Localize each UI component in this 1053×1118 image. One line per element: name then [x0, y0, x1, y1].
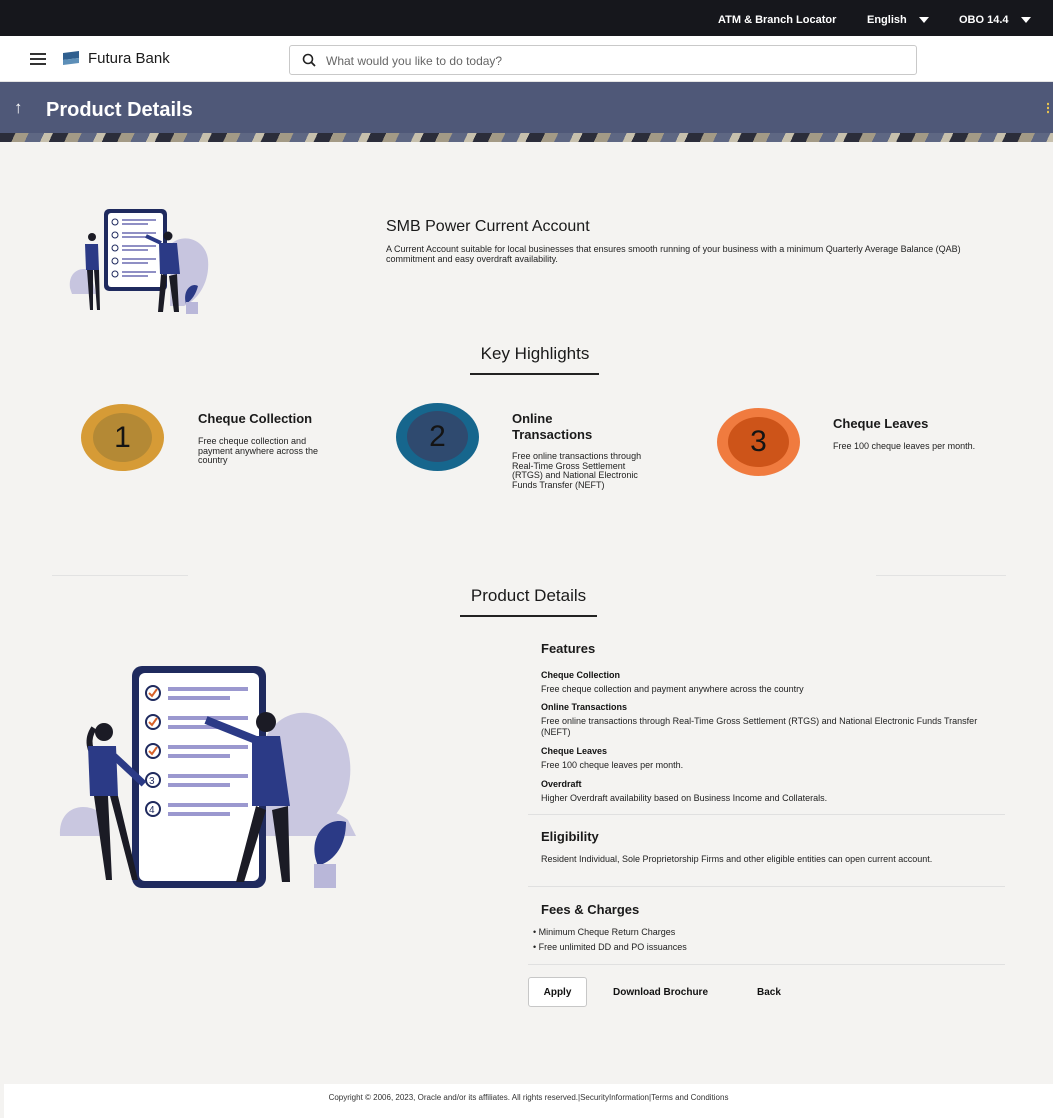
top-utility-bar: ATM & Branch Locator English OBO 14.4: [0, 0, 1053, 36]
more-options-icon[interactable]: [1047, 102, 1049, 114]
product-details-heading: Product Details: [470, 586, 587, 605]
fee-item: • Minimum Cheque Return Charges: [533, 927, 676, 937]
product-details-underline: [460, 615, 597, 617]
features-divider: [528, 814, 1005, 815]
highlight-2-description: Free online transactions through Real-Ti…: [512, 451, 642, 490]
account-name: SMB Power Current Account: [386, 218, 590, 235]
feature-cheque-leaves-text: Free 100 cheque leaves per month.: [541, 760, 684, 770]
eligibility-divider: [528, 886, 1005, 887]
hamburger-menu-icon[interactable]: [30, 53, 46, 65]
svg-text:4: 4: [149, 805, 155, 816]
page-title: Product Details: [46, 99, 193, 121]
highlight-2-number: 2: [407, 411, 468, 462]
brand-name[interactable]: Futura Bank: [88, 50, 170, 67]
highlight-1-title: Cheque Collection: [198, 411, 313, 426]
section-divider-left: [52, 575, 188, 576]
download-brochure-button[interactable]: Download Brochure: [613, 987, 708, 998]
highlight-3-title: Cheque Leaves: [833, 416, 929, 431]
account-description: A Current Account suitable for local bus…: [386, 244, 961, 264]
search-input[interactable]: What would you like to do today?: [326, 54, 502, 68]
highlight-3-description: Free 100 cheque leaves per month.: [833, 441, 976, 451]
key-highlights-underline: [470, 373, 599, 375]
page-footer: Copyright © 2006, 2023, Oracle and/or it…: [4, 1084, 1053, 1118]
feature-overdraft-title: Overdraft: [541, 779, 582, 789]
fees-heading: Fees & Charges: [541, 902, 640, 917]
page-banner: ↑ Product Details: [0, 82, 1053, 142]
feature-online-transactions-title: Online Transactions: [541, 702, 628, 712]
highlight-1-number: 1: [93, 413, 152, 462]
user-menu[interactable]: OBO 14.4: [959, 14, 1009, 26]
feature-cheque-collection-title: Cheque Collection: [541, 670, 621, 680]
fee-item: • Free unlimited DD and PO issuances: [533, 942, 687, 952]
svg-text:3: 3: [149, 776, 155, 787]
language-selector[interactable]: English: [867, 14, 907, 26]
fee-item-label: Minimum Cheque Return Charges: [538, 927, 676, 937]
key-highlights-heading: Key Highlights: [480, 344, 590, 363]
atm-branch-locator-link[interactable]: ATM & Branch Locator: [718, 14, 836, 26]
checklist-illustration-small: [69, 209, 209, 314]
feature-cheque-collection-text: Free cheque collection and payment anywh…: [541, 684, 804, 694]
search-icon: [302, 53, 316, 67]
eligibility-text: Resident Individual, Sole Proprietorship…: [541, 854, 933, 864]
eligibility-heading: Eligibility: [541, 829, 599, 844]
app-header: Futura Bank What would you like to do to…: [0, 36, 1053, 82]
back-arrow-icon[interactable]: ↑: [14, 98, 23, 118]
fee-item-label: Free unlimited DD and PO issuances: [538, 942, 687, 952]
search-bar[interactable]: What would you like to do today?: [289, 45, 917, 75]
back-button[interactable]: Back: [757, 987, 781, 998]
highlight-3-number: 3: [728, 417, 789, 467]
highlight-1-badge: 1: [81, 404, 164, 471]
highlight-3-badge: 3: [717, 408, 800, 476]
highlight-2-title: Online Transactions: [512, 411, 593, 442]
footer-copyright[interactable]: Copyright © 2006, 2023, Oracle and/or it…: [4, 1093, 1053, 1102]
banner-pattern: [0, 133, 1053, 142]
highlight-2-badge: 2: [396, 403, 479, 471]
user-chevron-down-icon[interactable]: [1021, 17, 1031, 23]
checklist-illustration-large: 3 4: [59, 666, 356, 888]
apply-button[interactable]: Apply: [528, 977, 587, 1007]
feature-online-transactions-text: Free online transactions through Real-Ti…: [541, 716, 978, 737]
section-divider-right: [876, 575, 1006, 576]
features-heading: Features: [541, 641, 596, 656]
fees-divider: [528, 964, 1005, 965]
highlight-1-description: Free cheque collection and payment anywh…: [198, 436, 319, 465]
futura-bank-logo-icon: [63, 51, 79, 65]
feature-overdraft-text: Higher Overdraft availability based on B…: [541, 793, 828, 803]
language-chevron-down-icon[interactable]: [919, 17, 929, 23]
feature-cheque-leaves-title: Cheque Leaves: [541, 746, 608, 756]
